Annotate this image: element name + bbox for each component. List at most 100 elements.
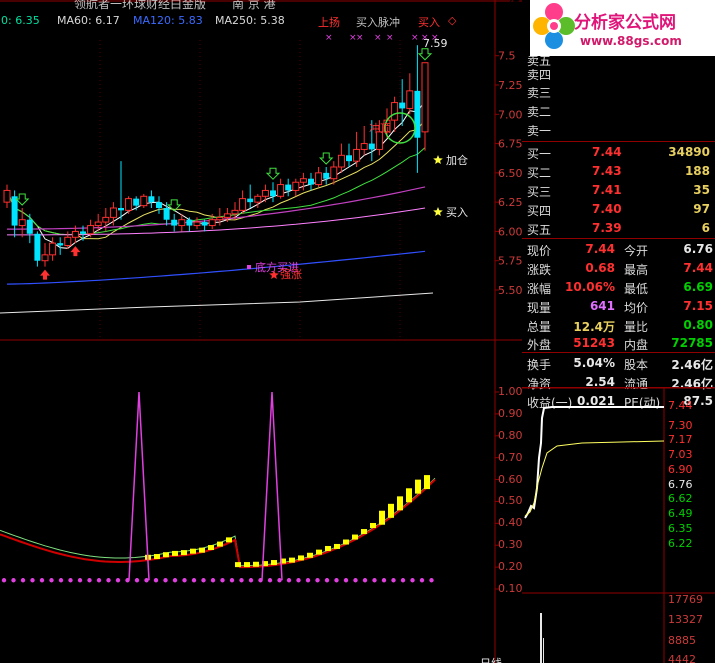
menu-fragment[interactable]: 行 <box>508 0 520 14</box>
candle-body <box>18 219 26 227</box>
ask-row-3[interactable]: 卖三 <box>522 82 715 103</box>
price-tick-label: 7.5 <box>498 50 516 63</box>
quote-label: 量比 <box>624 320 649 334</box>
bid-volume: 34890 <box>668 145 710 159</box>
bid-row-4[interactable]: 买四 7.40 97 <box>522 200 715 221</box>
bid-row-3[interactable]: 买三 7.41 35 <box>522 181 715 202</box>
down-arrow-icon <box>14 193 30 206</box>
candle-body <box>102 216 110 223</box>
qiang-zhui-label: 强涨 <box>280 268 302 281</box>
bid-row-1[interactable]: 买一 7.44 34890 <box>522 143 715 164</box>
candle-body <box>201 222 208 226</box>
mini-price-label: 7.03 <box>668 448 693 461</box>
jia-cang-label: 加仓 <box>446 153 468 167</box>
indicator-tick-label: 1.00 <box>498 385 523 398</box>
mini-price-label: 7.44 <box>668 399 693 412</box>
candle-body <box>133 198 140 206</box>
candle-body <box>26 219 33 234</box>
quote-panel: 卖五 卖四 卖三 卖二 卖一 买一 7.44 34890 买二 7.43 188… <box>522 0 715 410</box>
bid-row-2[interactable]: 买二 7.43 188 <box>522 162 715 183</box>
bid-label: 买一 <box>527 147 552 161</box>
candle-body <box>57 243 64 246</box>
site-logo[interactable]: 行 分析家公式网 www.88gs.com <box>508 0 715 56</box>
signal-block <box>307 552 313 558</box>
bid-row-5[interactable]: 买五 7.39 6 <box>522 219 715 240</box>
baseline-dot <box>106 578 111 583</box>
signal-legend-up: 上扬 <box>318 16 340 29</box>
signal-block <box>289 557 295 563</box>
ma5-line <box>6 100 426 249</box>
logo-url[interactable]: www.88gs.com <box>580 34 682 48</box>
candle-body <box>94 221 102 227</box>
quote-value: 10.06% <box>565 280 615 294</box>
quote-label: 内盘 <box>624 338 649 352</box>
period-tab[interactable]: 日线 <box>480 655 502 663</box>
baseline-dot <box>39 578 45 583</box>
indicator-tick-label: 0.20 <box>498 560 523 574</box>
candle-body <box>49 242 57 256</box>
quote-label: 今开 <box>624 244 649 258</box>
baseline-dot <box>220 578 225 583</box>
chong-ding-label: 冲顶 <box>369 121 391 135</box>
ma-legend-0: 0: 6.35 <box>1 14 40 27</box>
fundamental-row: 换手 5.04% 股本 2.46亿 <box>522 354 715 375</box>
candle-body <box>277 184 285 197</box>
indicator-tick-label: 0.60 <box>498 472 523 486</box>
ask-label: 卖一 <box>527 124 552 138</box>
bid-volume: 35 <box>693 183 710 197</box>
candle-body <box>140 195 148 207</box>
bid-volume: 6 <box>701 221 710 235</box>
mini-volume-label: 8885 <box>668 634 696 647</box>
signal-block <box>406 488 412 503</box>
baseline-dot <box>400 578 406 583</box>
signal-block <box>415 479 421 494</box>
separator <box>522 141 715 142</box>
quote-value: 7.15 <box>683 299 713 313</box>
ask-row-2[interactable]: 卖二 <box>522 101 715 122</box>
baseline-dot <box>381 578 387 583</box>
candle-body <box>337 154 345 168</box>
candle-body <box>109 207 117 218</box>
baseline-dot <box>191 578 197 583</box>
candle-body <box>178 219 186 227</box>
ask-row-1[interactable]: 卖一 <box>522 120 715 141</box>
quote-label: 最低 <box>624 282 649 296</box>
ask-label: 卖四 <box>527 68 552 82</box>
candle-body <box>87 225 95 235</box>
up-arrow-icon <box>40 269 50 280</box>
baseline-dot <box>49 578 54 583</box>
fundamental-value: 2.46亿 <box>671 358 713 372</box>
ma60-line <box>7 207 426 236</box>
baseline-dot <box>201 578 206 583</box>
baseline-dot <box>96 578 102 583</box>
quote-value: 6.69 <box>683 280 713 294</box>
baseline-dot <box>163 578 168 583</box>
signal-block <box>370 522 376 528</box>
baseline-dot <box>410 578 415 583</box>
bid-price: 7.41 <box>592 183 622 197</box>
signal-block <box>379 510 385 525</box>
quote-value: 12.4万 <box>573 320 615 334</box>
baseline-dot <box>1 578 7 583</box>
candle-body <box>186 219 193 226</box>
ma120-line <box>6 250 426 285</box>
baseline-dot <box>210 578 216 583</box>
baseline-dot <box>153 578 159 583</box>
signal-block <box>190 548 196 554</box>
mini-volume-label: 17769 <box>668 593 703 606</box>
baseline-dot <box>87 578 92 583</box>
baseline-dot <box>182 578 187 583</box>
candlestick-chart[interactable]: 7.5 7.25 7.00 6.75 6.50 6.25 6.00 5.75 5.50 × × × × ×… <box>0 0 522 663</box>
candle-body <box>71 230 79 238</box>
candle-body <box>11 196 18 226</box>
price-tick-label: 5.50 <box>498 284 522 297</box>
quote-row: 现量 641 均价 7.15 <box>522 297 715 318</box>
baseline-dot <box>419 578 425 583</box>
bid-volume: 188 <box>684 164 710 178</box>
quote-row: 涨幅 10.06% 最低 6.69 <box>522 278 715 299</box>
candle-body <box>285 184 292 191</box>
down-arrow-icon <box>265 167 281 180</box>
mini-volume-bar <box>543 638 544 663</box>
signal-block <box>271 560 277 566</box>
star-icon <box>433 207 443 216</box>
